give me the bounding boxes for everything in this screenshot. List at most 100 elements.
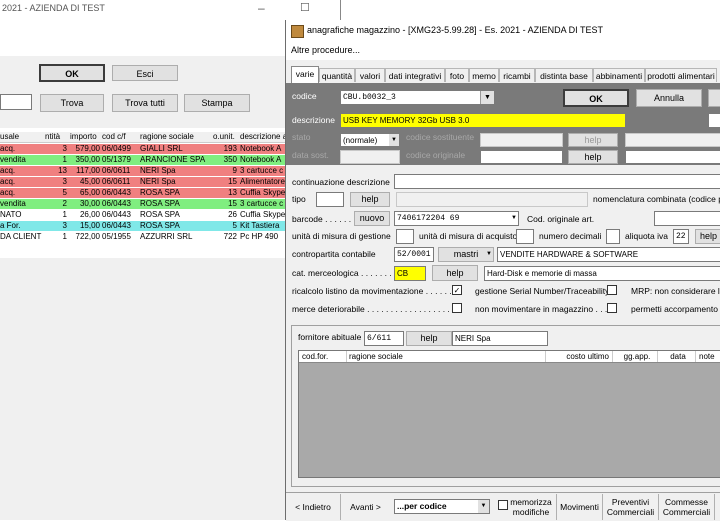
- table-row[interactable]: acq. 5 65,00 06/0443 ROSA SPA 13 Cuffia Skype: [0, 188, 285, 198]
- aliquota-iva-field[interactable]: 22: [673, 229, 689, 244]
- bg-esci-button[interactable]: Esci: [112, 65, 178, 81]
- codice-sostituente-label: codice sostituente: [406, 132, 475, 142]
- tab-ricambi[interactable]: ricambi: [499, 68, 535, 82]
- um-acquisto-field[interactable]: [516, 229, 534, 244]
- table-cell: 193: [223, 144, 237, 153]
- table-row[interactable]: vendita 2 30,00 06/0443 ROSA SPA 15 3 cartucce…: [0, 199, 285, 209]
- commesse-button[interactable]: Commesse Commerciali: [658, 494, 714, 520]
- tab-abbinamenti[interactable]: abbinamenti: [593, 68, 645, 82]
- tab-valori[interactable]: valori: [355, 68, 385, 82]
- tab-varie[interactable]: varie: [291, 66, 319, 83]
- bg-ok-button[interactable]: OK: [39, 64, 105, 82]
- codice-label: codice: [292, 91, 317, 101]
- tab-dati-integrativi[interactable]: dati integrativi: [385, 68, 445, 82]
- codice-sostituente-field[interactable]: [480, 133, 563, 147]
- per-codice-select[interactable]: ...per codice: [394, 499, 490, 514]
- tab-foto[interactable]: foto: [445, 68, 469, 82]
- table-row[interactable]: acq. 13 117,00 06/0611 NERI Spa 9 3 cartucce c: [0, 166, 285, 176]
- table-row[interactable]: NATO 1 26,00 06/0443 ROSA SPA 26 Cuffia Skype: [0, 210, 285, 220]
- table-cell: 06/0443: [102, 221, 131, 230]
- menu-altre-procedure[interactable]: Altre procedure...: [291, 45, 360, 55]
- table-cell: Cuffia Skype: [240, 188, 285, 197]
- table-row[interactable]: vendita 1 350,00 05/1379 ARANCIONE SPA 350 Not…: [0, 155, 285, 165]
- table-cell: DA CLIENTE: [0, 232, 42, 241]
- merce-det-label: merce deteriorabile . . . . . . . . . . …: [292, 304, 460, 314]
- data-sost-field[interactable]: [340, 150, 400, 164]
- ok-button[interactable]: OK: [563, 89, 629, 107]
- movimenti-button[interactable]: Movimenti: [556, 494, 602, 520]
- table-cell: Notebook A: [240, 155, 282, 164]
- help-cat-button[interactable]: help: [432, 265, 478, 281]
- tab-memo[interactable]: memo: [469, 68, 499, 82]
- chevron-down-icon[interactable]: ▼: [509, 212, 519, 225]
- help-fornitore-button[interactable]: help: [406, 331, 452, 346]
- tab-quantita[interactable]: quantità: [319, 68, 355, 82]
- extra-button[interactable]: [708, 89, 720, 107]
- chevron-down-icon[interactable]: ▼: [480, 91, 494, 104]
- extra-bottom-button[interactable]: [714, 494, 720, 520]
- minimize-icon[interactable]: –: [258, 1, 265, 15]
- mastri-label: mastri: [453, 249, 479, 259]
- table-cell: 30,00: [79, 199, 100, 208]
- fornitori-grid[interactable]: cod.for. ragione sociale costo ultimo gg…: [298, 350, 720, 478]
- table-row[interactable]: acq. 3 579,00 06/0499 GIALLI SRL 193 Notebook …: [0, 144, 285, 154]
- tab-distinta-base[interactable]: distinta base: [535, 68, 593, 82]
- table-cell: 117,00: [76, 166, 100, 175]
- um-gestione-field[interactable]: [396, 229, 414, 244]
- indietro-button[interactable]: < Indietro: [286, 494, 340, 520]
- chevron-down-icon[interactable]: ▼: [389, 134, 399, 146]
- tab-prodotti-alimentari[interactable]: prodotti alimentari: [645, 68, 717, 82]
- chevron-down-icon[interactable]: ▼: [485, 248, 493, 261]
- table-cell: 06/0443: [102, 210, 131, 219]
- table-cell: ROSA SPA: [140, 188, 180, 197]
- chevron-down-icon[interactable]: ▼: [478, 500, 489, 513]
- fg-title-bar: anagrafiche magazzino - [XMG23-5.99.28] …: [286, 20, 720, 42]
- table-cell: 05/1955: [102, 232, 131, 241]
- nuovo-button[interactable]: nuovo: [354, 211, 390, 226]
- table-cell: 26: [228, 210, 237, 219]
- avanti-button[interactable]: Avanti >: [340, 494, 390, 520]
- maximize-icon[interactable]: ☐: [300, 1, 310, 14]
- help-iva-button[interactable]: help: [695, 229, 720, 244]
- table-cell: Notebook A: [240, 144, 282, 153]
- table-row[interactable]: acq. 3 45,00 06/0611 NERI Spa 15 Alimentatore: [0, 177, 285, 187]
- descrizione-field[interactable]: USB KEY MEMORY 32Gb USB 3.0: [340, 113, 626, 128]
- table-cell: Pc HP 490: [240, 232, 279, 241]
- gestione-serial-checkbox[interactable]: [607, 285, 617, 295]
- help-tipo-button[interactable]: help: [350, 192, 390, 207]
- bg-search-input[interactable]: [0, 94, 32, 110]
- table-cell: 15: [228, 177, 237, 186]
- bg-grid[interactable]: usale ntità importo cod c/f ragione soci…: [0, 128, 285, 258]
- codice-originale-field[interactable]: [480, 150, 563, 164]
- permetti-label: permetti accorpamento su: [631, 304, 720, 314]
- merce-det-checkbox[interactable]: [452, 303, 462, 313]
- nomenclatura-label: nomenclatura combinata (codice pe: [593, 194, 720, 204]
- bg-trova-tutti-button[interactable]: Trova tutti: [112, 94, 178, 112]
- barcode-field[interactable]: 7406172204 69: [394, 211, 519, 226]
- annulla-button[interactable]: Annulla: [636, 89, 702, 107]
- col-header: o.unit.: [213, 132, 235, 141]
- cod-orig-art-field[interactable]: [654, 211, 720, 226]
- cat-merc-code-field[interactable]: CB: [394, 266, 426, 281]
- help-originale-button[interactable]: help: [568, 150, 618, 164]
- codice-field[interactable]: CBU.b0032_3: [340, 90, 494, 105]
- memorizza-checkbox[interactable]: [498, 500, 508, 510]
- help-sostituente-button[interactable]: help: [568, 133, 618, 147]
- continuazione-field[interactable]: [394, 174, 720, 189]
- preventivi-button[interactable]: Preventivi Commerciali: [602, 494, 658, 520]
- table-cell: acq.: [0, 177, 16, 186]
- descrizione-extra-field[interactable]: [708, 113, 720, 128]
- table-cell: 722: [223, 232, 237, 241]
- bg-trova-button[interactable]: Trova: [40, 94, 104, 112]
- table-row[interactable]: DA CLIENTE 1 722,0005/1955 AZZURRI SRL 722Pc…: [0, 232, 285, 242]
- ricalcolo-checkbox[interactable]: ✓: [452, 285, 462, 295]
- bg-stampa-button[interactable]: Stampa: [184, 94, 250, 112]
- table-row[interactable]: a For. 3 15,00 06/0443 ROSA SPA 5 Kit Tastiera: [0, 221, 285, 231]
- contropartita-code-field[interactable]: 52/0001: [394, 247, 434, 262]
- table-cell: 350: [223, 155, 237, 164]
- fornitore-code-field[interactable]: 6/611: [364, 331, 404, 346]
- fg-window-title: anagrafiche magazzino - [XMG23-5.99.28] …: [307, 25, 603, 35]
- numero-decimali-field[interactable]: [606, 229, 620, 244]
- non-movimentare-checkbox[interactable]: [607, 303, 617, 313]
- tipo-field[interactable]: [316, 192, 344, 207]
